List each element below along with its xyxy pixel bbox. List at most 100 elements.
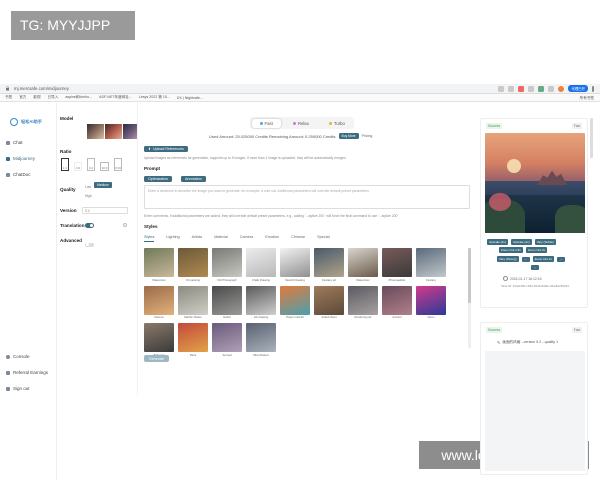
scrollbar-thumb[interactable] — [468, 248, 471, 303]
style-card[interactable]: Sketch Drawing — [280, 248, 310, 282]
quality-option-high[interactable]: High — [82, 193, 95, 199]
bookmark-item[interactable]: 官方 — [19, 95, 26, 100]
translation-toggle[interactable] — [85, 223, 94, 228]
upscale-4x-button[interactable]: Upscale (4x) — [510, 239, 532, 245]
ratio-option[interactable]: 16:9 — [100, 162, 109, 171]
pan-left-button[interactable]: ← — [521, 256, 530, 262]
vary-strong-button[interactable]: Vary (Strong) — [497, 256, 519, 262]
style-tab[interactable]: Chinese — [291, 235, 305, 242]
zoom-out-2x-button-secondary[interactable]: Zoom Out 2x — [532, 256, 554, 262]
upload-references-button[interactable]: ⬆ Upload References — [144, 146, 188, 153]
vary-subtle-button[interactable]: Vary (Subtle) — [534, 239, 556, 245]
version-select[interactable]: 5.2 — [82, 207, 128, 214]
bookmark-item[interactable]: 影视 — [33, 95, 40, 100]
results-scrollbar[interactable] — [590, 118, 593, 158]
style-caption: Neon — [427, 315, 435, 319]
style-tab[interactable]: Special — [317, 235, 329, 242]
style-card[interactable]: Watercolor — [348, 248, 378, 282]
style-tab[interactable]: Styles — [144, 235, 155, 242]
style-card[interactable]: Paper cutcraft — [280, 285, 310, 319]
extension-icon[interactable] — [538, 85, 545, 92]
bookmark-item[interactable]: 已导入 — [48, 95, 59, 100]
style-card[interactable]: Gothic — [212, 285, 242, 319]
prompt-input[interactable]: Enter a sentence to describe the image y… — [144, 185, 470, 209]
nav-item-console[interactable]: Console — [6, 354, 30, 359]
model-thumbnail[interactable] — [105, 124, 122, 139]
proxy-button[interactable]: 代理已开 — [568, 85, 588, 92]
style-card[interactable]: Fantasy art — [314, 248, 344, 282]
profile-avatar[interactable] — [558, 85, 565, 92]
style-card[interactable]: Rendering art — [348, 285, 378, 319]
star-icon[interactable] — [508, 85, 515, 92]
menu-icon[interactable] — [592, 85, 594, 92]
pan-up-button[interactable]: ↑ — [531, 265, 539, 270]
extension-icon[interactable] — [528, 85, 535, 92]
style-card[interactable]: Chalk Drawing — [246, 248, 276, 282]
style-tab[interactable]: Camera — [240, 235, 254, 242]
style-card[interactable]: Marble Statue — [178, 285, 208, 319]
style-tab[interactable]: Emotion — [265, 235, 279, 242]
zoom-out-2x-button[interactable]: Zoom Out 2x — [525, 247, 548, 253]
style-card[interactable]: Old Photograph — [212, 248, 242, 282]
model-selector[interactable] — [87, 124, 140, 139]
info-icon[interactable] — [123, 223, 127, 227]
style-card[interactable]: Ultra Modern — [246, 323, 276, 357]
style-card[interactable]: Ink drawing — [246, 285, 276, 319]
generate-button[interactable]: Generate — [144, 355, 169, 362]
style-card[interactable]: Neon — [416, 285, 446, 319]
style-card[interactable]: Felted Wool — [314, 285, 344, 319]
style-card[interactable]: Oil painting — [178, 248, 208, 282]
advanced-toggle[interactable] — [85, 242, 94, 247]
bookmark-item[interactable]: DX | Nightcafe... — [177, 96, 203, 100]
nav-item-signout[interactable]: Sign out — [6, 386, 30, 391]
tab-relax[interactable]: Relax — [285, 119, 317, 128]
style-card[interactable]: Ancient — [382, 285, 412, 319]
style-card[interactable]: Surreal — [212, 323, 242, 357]
buy-more-button[interactable]: Buy More — [338, 133, 359, 139]
ratio-option[interactable]: 1:1 — [61, 158, 69, 171]
tab-label: Relax — [297, 120, 309, 126]
style-thumbnail — [416, 285, 446, 315]
style-tab[interactable]: Artists — [192, 235, 203, 242]
all-bookmarks[interactable]: 所有书签 — [580, 96, 594, 101]
quality-option-low[interactable]: Low — [82, 184, 94, 190]
upscale-2x-button[interactable]: Upscale (2x) — [487, 239, 508, 245]
ratio-option[interactable]: 3:4 — [87, 158, 95, 171]
tab-fast[interactable]: Fast — [251, 118, 281, 128]
pricing-link[interactable]: Pricing — [362, 134, 373, 138]
address-bar[interactable]: mj.mercsafe.com/midjourney — [14, 86, 69, 91]
pan-right-button[interactable]: → — [556, 256, 565, 262]
translate-icon[interactable] — [498, 85, 505, 92]
bookmark-item[interactable]: ASF-NET年度网址... — [99, 95, 132, 100]
nav-item-chat[interactable]: Chat — [6, 140, 23, 145]
quality-option-medium[interactable]: Medium — [94, 182, 112, 188]
bookmark-item[interactable]: Lesys 2022 第 10... — [139, 95, 170, 100]
style-card[interactable]: Cartoon — [144, 285, 174, 319]
style-card[interactable]: Fantasy — [416, 248, 446, 282]
bookmark-item[interactable]: aspine和kimhu... — [65, 95, 92, 100]
style-thumbnail — [382, 248, 412, 277]
nav-item-referral[interactable]: Referral Earnings — [6, 370, 48, 375]
app-logo[interactable]: 轻松AI助手 — [10, 118, 42, 126]
nav-item-chatdoc[interactable]: ChatDoc — [6, 172, 31, 177]
style-card[interactable]: Photorealistic — [382, 248, 412, 282]
ratio-option[interactable]: 9:16 — [114, 158, 122, 171]
model-thumbnail[interactable] — [87, 124, 104, 139]
annotation-button[interactable]: Annotation — [181, 176, 207, 183]
puzzle-icon[interactable] — [548, 85, 555, 92]
optimization-button[interactable]: Optimization — [144, 176, 172, 183]
upload-icon: ⬆ — [148, 147, 152, 152]
ratio-option[interactable]: 4:3 — [74, 162, 82, 171]
style-card[interactable]: Ballpoint — [144, 323, 174, 357]
style-scrollbar[interactable] — [468, 248, 471, 348]
extension-icon[interactable] — [518, 85, 525, 92]
result-image[interactable] — [485, 133, 585, 233]
zoom-out-1-5x-button[interactable]: Zoom Out 1.5x — [499, 247, 523, 253]
style-card[interactable]: Paint — [178, 323, 208, 357]
style-card[interactable]: Watercolor — [144, 248, 174, 282]
nav-item-midjourney[interactable]: Midjourney — [6, 156, 35, 161]
tab-turbo[interactable]: Turbo — [321, 119, 353, 128]
style-tab[interactable]: Material — [214, 235, 228, 242]
style-tab[interactable]: Lighting — [166, 235, 179, 242]
bookmark-item[interactable]: 书签 — [5, 95, 12, 100]
